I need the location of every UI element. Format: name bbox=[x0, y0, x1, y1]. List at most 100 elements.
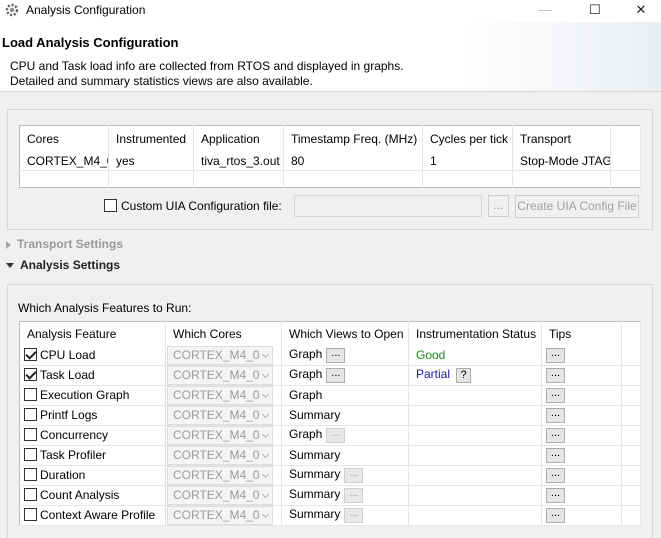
close-button[interactable]: ✕ bbox=[618, 0, 661, 22]
feature-checkbox[interactable] bbox=[24, 368, 37, 382]
feature-label: Task Profiler bbox=[40, 448, 107, 462]
tips-cell: ... bbox=[541, 465, 622, 486]
core-select[interactable]: CORTEX_M4_0 bbox=[167, 465, 273, 484]
core-cell: CORTEX_M4_0 bbox=[165, 425, 282, 446]
view-cell: Summary... bbox=[281, 465, 409, 486]
feature-checkbox[interactable] bbox=[24, 348, 37, 362]
view-options-button[interactable]: ... bbox=[326, 367, 346, 383]
feature-cell: Execution Graph bbox=[19, 385, 166, 406]
table-cell-empty bbox=[621, 445, 641, 466]
features-table: Analysis Feature Which Cores Which Views… bbox=[19, 321, 641, 526]
feature-cell: Task Profiler bbox=[19, 445, 166, 466]
browse-button[interactable]: ... bbox=[488, 195, 509, 217]
chevron-down-icon bbox=[261, 410, 270, 418]
tips-button[interactable]: ... bbox=[546, 467, 565, 483]
feature-checkbox[interactable] bbox=[24, 508, 37, 522]
view-options-button[interactable]: ... bbox=[344, 467, 364, 483]
table-row[interactable]: Execution Graph CORTEX_M4_0 Graph... bbox=[19, 385, 641, 406]
table-cell-empty bbox=[621, 465, 641, 486]
status-cell bbox=[408, 385, 542, 406]
chevron-down-icon bbox=[261, 470, 270, 478]
table-row[interactable]: Duration CORTEX_M4_0 Summary...... bbox=[19, 465, 641, 486]
table-row-empty bbox=[19, 170, 641, 188]
table-row[interactable]: Concurrency CORTEX_M4_0 Graph...... bbox=[19, 425, 641, 446]
table-row[interactable]: Context Aware Profile CORTEX_M4_0 Summary.… bbox=[19, 505, 641, 526]
feature-checkbox[interactable] bbox=[24, 468, 37, 482]
core-select[interactable]: CORTEX_M4_0 bbox=[167, 485, 273, 504]
table-row[interactable]: Printf Logs CORTEX_M4_0 Summary... bbox=[19, 405, 641, 426]
core-select[interactable]: CORTEX_M4_0 bbox=[167, 445, 273, 464]
tips-button[interactable]: ... bbox=[546, 447, 565, 463]
tips-button[interactable]: ... bbox=[546, 427, 565, 443]
tips-button[interactable]: ... bbox=[546, 507, 565, 523]
tips-button[interactable]: ... bbox=[546, 487, 565, 503]
core-cell: CORTEX_M4_0 bbox=[165, 505, 282, 526]
core-select[interactable]: CORTEX_M4_0 bbox=[167, 365, 273, 384]
tips-button[interactable]: ... bbox=[546, 347, 565, 363]
column-header: Instrumented bbox=[108, 125, 194, 152]
custom-uia-checkbox[interactable] bbox=[104, 199, 117, 212]
core-select-value: CORTEX_M4_0 bbox=[173, 487, 260, 502]
feature-cell: Task Load bbox=[19, 365, 166, 386]
core-cell: CORTEX_M4_0 bbox=[165, 485, 282, 506]
view-options-button[interactable]: ... bbox=[326, 347, 346, 363]
table-row[interactable]: Task Profiler CORTEX_M4_0 Summary... bbox=[19, 445, 641, 466]
view-cell: Graph... bbox=[281, 365, 409, 386]
chevron-down-icon bbox=[261, 430, 270, 438]
table-row[interactable]: CORTEX_M4_0 yes tiva_rtos_3.out 80 1 Sto… bbox=[19, 151, 641, 171]
table-row[interactable]: CPU Load CORTEX_M4_0 Graph... Good... bbox=[19, 345, 641, 366]
dialog-description-line-1: CPU and Task load info are collected fro… bbox=[10, 59, 404, 73]
status-cell: Partial? bbox=[408, 365, 542, 386]
gear-icon bbox=[5, 3, 19, 17]
tips-button[interactable]: ... bbox=[546, 367, 565, 383]
view-options-button[interactable]: ... bbox=[326, 427, 346, 443]
column-header: Tips bbox=[541, 321, 622, 346]
table-row[interactable]: Count Analysis CORTEX_M4_0 Summary...... bbox=[19, 485, 641, 506]
feature-cell: Duration bbox=[19, 465, 166, 486]
status-cell bbox=[408, 465, 542, 486]
tips-button[interactable]: ... bbox=[546, 387, 565, 403]
tips-button[interactable]: ... bbox=[546, 407, 565, 423]
chevron-down-icon bbox=[261, 390, 270, 398]
feature-checkbox[interactable] bbox=[24, 388, 37, 402]
view-label: Graph bbox=[289, 427, 323, 442]
view-cell: Summary... bbox=[281, 485, 409, 506]
core-select[interactable]: CORTEX_M4_0 bbox=[167, 505, 273, 524]
cores-table: Cores Instrumented Application Timestamp… bbox=[19, 125, 641, 188]
core-select-value: CORTEX_M4_0 bbox=[173, 427, 260, 442]
view-options-button[interactable]: ... bbox=[344, 507, 364, 523]
status-cell bbox=[408, 445, 542, 466]
feature-label: Duration bbox=[40, 468, 86, 482]
view-options-button[interactable]: ... bbox=[344, 487, 364, 503]
feature-checkbox[interactable] bbox=[24, 488, 37, 502]
view-cell: Summary... bbox=[281, 505, 409, 526]
core-select[interactable]: CORTEX_M4_0 bbox=[167, 405, 273, 424]
table-row[interactable]: Task Load CORTEX_M4_0 Graph... Partial?... bbox=[19, 365, 641, 386]
core-select[interactable]: CORTEX_M4_0 bbox=[167, 425, 273, 444]
analysis-settings-toggle[interactable]: Analysis Settings bbox=[6, 258, 120, 272]
status-cell bbox=[408, 485, 542, 506]
feature-checkbox[interactable] bbox=[24, 448, 37, 462]
maximize-button[interactable]: ☐ bbox=[572, 0, 618, 22]
view-cell: Graph bbox=[281, 385, 409, 406]
feature-cell: Count Analysis bbox=[19, 485, 166, 506]
core-select-value: CORTEX_M4_0 bbox=[173, 387, 260, 402]
core-cell: CORTEX_M4_0 bbox=[165, 405, 282, 426]
feature-label: Task Load bbox=[40, 368, 95, 382]
transport-settings-toggle[interactable]: Transport Settings bbox=[6, 237, 123, 251]
chevron-down-icon bbox=[261, 450, 270, 458]
view-cell: Summary bbox=[281, 445, 409, 466]
chevron-down-icon bbox=[261, 490, 270, 498]
minimize-button[interactable]: — bbox=[522, 0, 568, 22]
feature-checkbox[interactable] bbox=[24, 408, 37, 422]
status-help-button[interactable]: ? bbox=[456, 367, 472, 383]
feature-checkbox[interactable] bbox=[24, 428, 37, 442]
create-uia-config-button[interactable]: Create UIA Config File bbox=[515, 195, 639, 218]
core-cell: CORTEX_M4_0 bbox=[165, 465, 282, 486]
core-select[interactable]: CORTEX_M4_0 bbox=[167, 385, 273, 404]
core-select[interactable]: CORTEX_M4_0 bbox=[167, 345, 273, 365]
core-select-value: CORTEX_M4_0 bbox=[173, 347, 260, 362]
feature-cell: Printf Logs bbox=[19, 405, 166, 426]
custom-uia-file-input[interactable] bbox=[294, 195, 482, 217]
cores-table-header: Cores Instrumented Application Timestamp… bbox=[19, 125, 641, 152]
